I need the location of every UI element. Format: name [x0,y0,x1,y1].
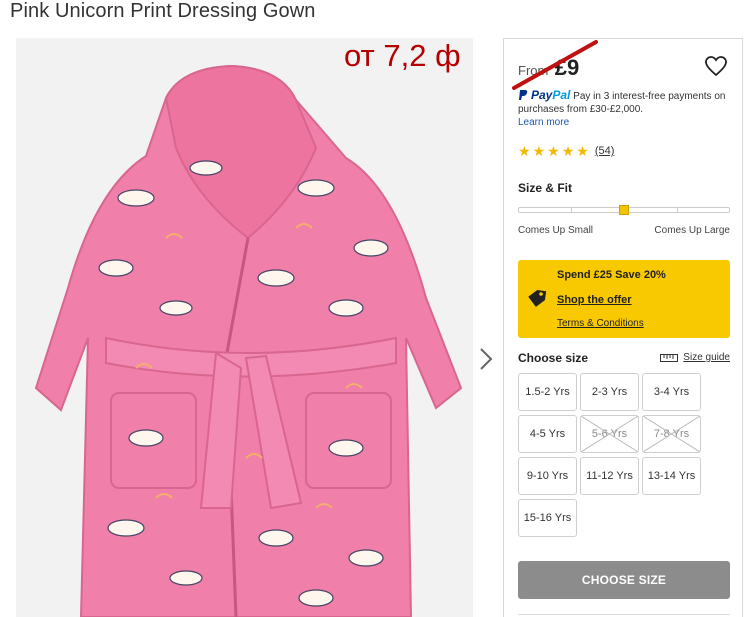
size-option-label: 9-10 Yrs [526,470,569,482]
ruler-icon [660,353,679,362]
size-option[interactable]: 1.5-2 Yrs [518,373,577,411]
divider [518,614,730,615]
fit-divider [571,207,572,213]
fit-large-label: Comes Up Large [654,225,730,236]
star-icon: ★ [547,143,560,159]
next-image-chevron-icon[interactable] [477,346,495,372]
paypal-logo: PayPal [531,88,571,102]
fit-small-label: Comes Up Small [518,225,594,236]
star-rating[interactable]: ★ ★ ★ ★ ★ (54) [518,144,614,158]
size-option[interactable]: 4-5 Yrs [518,415,577,453]
size-option-label: 4-5 Yrs [529,428,566,440]
wishlist-heart-icon[interactable] [704,55,728,77]
shop-the-offer-link[interactable]: Shop the offer [557,294,632,306]
terms-conditions-link[interactable]: Terms & Conditions [557,318,644,329]
size-option-label: 11-12 Yrs [586,470,633,482]
star-icon: ★ [532,143,546,159]
promo-banner: Spend £25 Save 20% Shop the offer Terms … [518,260,730,338]
paypal-icon [519,90,528,100]
size-fit-scale [518,205,730,215]
price-value: £9 [554,55,580,80]
size-option[interactable]: 13-14 Yrs [642,457,701,495]
size-option-label: 2-3 Yrs [591,386,628,398]
size-option-label: 15-16 Yrs [523,512,572,524]
size-options: 1.5-2 Yrs 2-3 Yrs 3-4 Yrs 4-5 Yrs 5-6 Yrs7-8… [518,373,733,537]
overlay-price-annotation: от 7,2 ф [344,38,461,73]
paypal-offer: PayPal Pay in 3 interest-free payments o… [518,89,738,129]
size-option[interactable]: 15-16 Yrs [518,499,577,537]
size-option[interactable]: 2-3 Yrs [580,373,639,411]
size-guide-link[interactable]: Size guide [660,352,730,363]
size-option-label: 3-4 Yrs [653,386,690,398]
from-label: From [518,63,549,78]
size-option-label: 1.5-2 Yrs [525,386,570,398]
size-fit-heading: Size & Fit [518,181,573,195]
size-option[interactable]: 7-8 Yrs [642,415,701,453]
price-tag-icon [528,289,547,307]
price-row: From £9 [518,55,579,81]
size-option[interactable]: 3-4 Yrs [642,373,701,411]
choose-size-heading: Choose size [518,351,589,365]
fit-divider [677,207,678,213]
unavailable-cross-icon [581,416,638,452]
page-title: Pink Unicorn Print Dressing Gown [10,0,316,22]
size-option[interactable]: 11-12 Yrs [580,457,639,495]
product-image[interactable] [16,38,473,617]
paypal-learn-more-link[interactable]: Learn more [518,117,569,128]
choose-size-button[interactable]: CHOOSE SIZE [518,561,730,599]
size-option[interactable]: 5-6 Yrs [580,415,639,453]
unavailable-cross-icon [643,416,700,452]
review-count-link[interactable]: (54) [595,145,615,157]
star-icon: ★ [561,143,575,159]
star-icon: ★ [518,143,531,159]
buy-panel: From £9 PayPal Pay in 3 interest-free pa… [503,38,743,617]
size-option-label: 13-14 Yrs [647,470,696,482]
product-page: Pink Unicorn Print Dressing Gown от 7,2 … [0,0,753,617]
dressing-gown-illustration [16,38,473,617]
fit-marker [619,205,629,215]
promo-title: Spend £25 Save 20% [557,269,666,281]
star-icon: ★ [576,143,589,159]
size-option[interactable]: 9-10 Yrs [518,457,577,495]
